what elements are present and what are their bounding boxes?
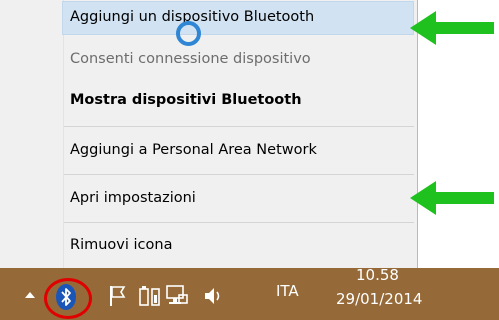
annotation-circle	[44, 278, 92, 319]
network-icon[interactable]	[165, 283, 191, 309]
chevron-up-icon[interactable]	[24, 290, 36, 300]
menu-item-remove-icon[interactable]: Rimuovi icona	[64, 229, 414, 262]
menu-separator	[64, 174, 414, 175]
arrow-left-icon	[410, 181, 494, 215]
clock-time[interactable]: 10.58	[356, 266, 399, 284]
menu-item-add-bluetooth-device[interactable]: Aggiungi un dispositivo Bluetooth	[62, 1, 414, 35]
clock-date[interactable]: 29/01/2014	[336, 290, 422, 308]
menu-item-allow-device-connection: Consenti connessione dispositivo	[70, 51, 311, 67]
speaker-icon[interactable]	[203, 285, 225, 307]
bluetooth-context-menu: Aggiungi un dispositivo Bluetooth Consen…	[0, 0, 418, 268]
menu-separator	[64, 126, 414, 127]
cursor-click-indicator	[176, 21, 201, 46]
menu-item-open-settings[interactable]: Apri impostazioni	[64, 182, 414, 215]
arrow-left-icon	[410, 11, 494, 45]
menu-item-join-personal-area-network[interactable]: Aggiungi a Personal Area Network	[64, 134, 414, 167]
menu-separator	[64, 222, 414, 223]
action-center-flag-icon[interactable]	[108, 284, 126, 308]
input-language-indicator[interactable]: ITA	[276, 282, 299, 300]
menu-item-show-bluetooth-devices[interactable]: Mostra dispositivi Bluetooth	[64, 84, 414, 117]
power-icon[interactable]	[138, 283, 162, 309]
